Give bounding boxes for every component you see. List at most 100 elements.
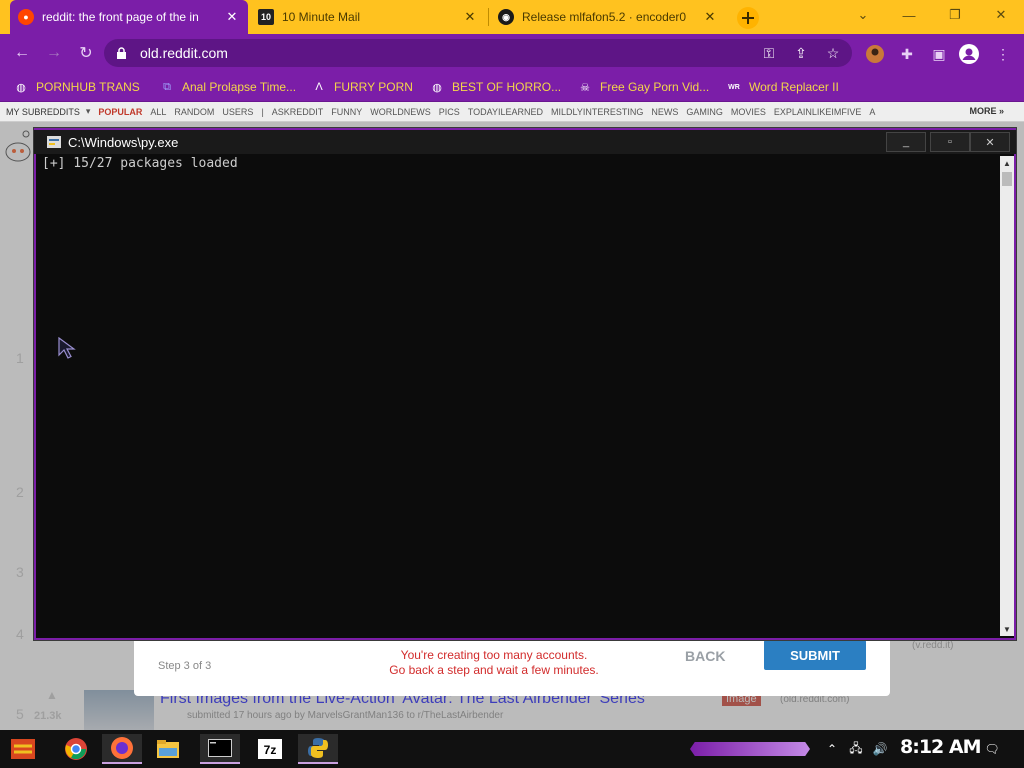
taskbar-app-file-explorer[interactable]: [148, 734, 188, 764]
minimize-button[interactable]: —: [886, 0, 932, 30]
scroll-down-icon[interactable]: ▼: [1000, 622, 1014, 636]
subreddit-bar: MY SUBREDDITS ▾ POPULAR ALL RANDOM USERS…: [0, 102, 1024, 122]
subreddit-link[interactable]: MILDLYINTERESTING: [547, 107, 647, 117]
subreddit-link[interactable]: WORLDNEWS: [366, 107, 435, 117]
subreddit-link[interactable]: EXPLAINLIKEIMFIVE: [770, 107, 866, 117]
signup-step-indicator: Step 3 of 3: [158, 660, 212, 672]
console-window[interactable]: C:\Windows\py.exe _ ▫ ✕ [+] 15/27 packag…: [33, 127, 1017, 641]
mouse-cursor-icon: [58, 337, 76, 359]
account-icon[interactable]: [958, 43, 980, 65]
taskbar-app-python[interactable]: [298, 734, 338, 764]
bookmark-item[interactable]: Λ FURRY PORN: [312, 78, 413, 96]
reload-icon: ↻: [79, 45, 93, 62]
console-minimize-button[interactable]: _: [886, 132, 926, 152]
plus-icon: [737, 7, 759, 29]
close-icon[interactable]: ✕: [462, 9, 478, 25]
subreddit-link[interactable]: NEWS: [647, 107, 682, 117]
reload-button[interactable]: ↻: [76, 43, 96, 63]
reddit-icon: ●: [18, 9, 34, 25]
key-icon[interactable]: ⚿: [760, 44, 778, 62]
minimize-icon: —: [902, 7, 916, 23]
star-icon[interactable]: ☆: [824, 44, 842, 62]
bookmarks-bar: ◍ PORNHUB TRANS ⧉ Anal Prolapse Time... …: [0, 72, 1024, 102]
subreddit-link[interactable]: MOVIES: [727, 107, 770, 117]
subreddit-link[interactable]: A: [865, 107, 879, 117]
subreddit-link-popular[interactable]: POPULAR: [90, 107, 146, 117]
more-subreddits-link[interactable]: MORE »: [969, 106, 1004, 116]
maximize-icon: ▫: [948, 136, 952, 148]
post-domain[interactable]: (v.redd.it): [912, 640, 954, 651]
close-window-button[interactable]: ✕: [978, 0, 1024, 30]
bookmark-label: Free Gay Porn Vid...: [600, 80, 710, 94]
taskbar-app-console[interactable]: [200, 734, 240, 764]
tab-separator: [488, 8, 489, 26]
close-icon: ✕: [985, 136, 995, 149]
scrollbar-thumb[interactable]: [1002, 172, 1012, 186]
close-icon: ✕: [995, 7, 1007, 22]
close-icon[interactable]: ✕: [702, 9, 718, 25]
console-title: C:\Windows\py.exe: [68, 134, 179, 150]
my-subreddits-dropdown[interactable]: MY SUBREDDITS: [0, 107, 86, 117]
subreddit-link[interactable]: PICS: [435, 107, 464, 117]
chevron-up-icon[interactable]: ⌃: [824, 741, 840, 757]
console-close-button[interactable]: ✕: [970, 132, 1010, 152]
extensions-icon[interactable]: ✚: [896, 43, 918, 65]
github-icon: ◉: [498, 9, 514, 25]
volume-icon[interactable]: 🔊: [872, 741, 888, 757]
wr-icon: WR: [728, 83, 740, 91]
close-icon[interactable]: ✕: [224, 9, 240, 25]
scroll-up-icon[interactable]: ▲: [1000, 156, 1014, 170]
skull-icon: ☠: [580, 81, 590, 94]
start-button[interactable]: [8, 734, 38, 764]
arrow-right-icon: →: [46, 44, 62, 61]
submit-button[interactable]: SUBMIT: [764, 640, 866, 670]
network-icon[interactable]: 🖧: [848, 741, 864, 757]
tab-title: Release mlfafon5.2 · encoder0: [522, 10, 687, 24]
taskbar-app-7zip[interactable]: 7z: [250, 734, 290, 764]
error-line: You're creating too many accounts.: [400, 648, 588, 662]
share-icon[interactable]: ⇪: [792, 44, 810, 62]
new-tab-button[interactable]: [736, 6, 760, 30]
back-button[interactable]: ←: [12, 43, 32, 63]
restore-icon: ❐: [949, 7, 961, 22]
subreddit-link[interactable]: RANDOM: [170, 107, 218, 117]
back-button[interactable]: BACK: [685, 648, 725, 664]
forward-button[interactable]: →: [44, 43, 64, 63]
subreddit-link[interactable]: USERS: [218, 107, 257, 117]
start-icon: [11, 739, 35, 759]
console-output: [+] 15/27 packages loaded: [42, 156, 238, 171]
tab-reddit[interactable]: ● reddit: the front page of the in ✕: [10, 0, 248, 34]
subreddit-link[interactable]: ALL: [146, 107, 170, 117]
tab-10-minute-mail[interactable]: 10 10 Minute Mail ✕: [250, 0, 486, 34]
bookmark-item[interactable]: WR Word Replacer II: [727, 78, 839, 96]
console-maximize-button[interactable]: ▫: [930, 132, 970, 152]
subreddit-link[interactable]: FUNNY: [327, 107, 366, 117]
tab-title: reddit: the front page of the in: [42, 10, 199, 24]
taskbar-app-firefox[interactable]: [102, 734, 142, 764]
subreddit-link[interactable]: TODAYILEARNED: [464, 107, 547, 117]
console-titlebar[interactable]: C:\Windows\py.exe: [34, 128, 1016, 154]
bracket-icon: ⧉: [163, 80, 171, 93]
restore-button[interactable]: ❐: [932, 0, 978, 30]
globe-icon: ◍: [16, 81, 26, 94]
notification-icon[interactable]: 🗨: [984, 741, 1000, 757]
taskbar-clock[interactable]: 8:12 AM: [900, 736, 981, 758]
subreddit-link[interactable]: ASKREDDIT: [268, 107, 328, 117]
console-scrollbar[interactable]: ▲ ▼: [1000, 156, 1014, 636]
tab-search-button[interactable]: ⌄: [840, 0, 886, 30]
bookmark-item[interactable]: ☠ Free Gay Porn Vid...: [578, 78, 709, 96]
profile-avatar-icon[interactable]: [864, 43, 886, 65]
tab-github-release[interactable]: ◉ Release mlfafon5.2 · encoder0 ✕: [490, 0, 726, 34]
taskbar-app-chrome[interactable]: [56, 734, 96, 764]
10-minute-mail-icon: 10: [258, 9, 274, 25]
side-panel-icon[interactable]: ▣: [928, 43, 950, 65]
subreddit-link[interactable]: GAMING: [682, 107, 727, 117]
separator: |: [261, 106, 264, 117]
bookmark-item[interactable]: ◍ BEST OF HORRO...: [430, 78, 561, 96]
address-bar[interactable]: old.reddit.com ⚿ ⇪ ☆: [104, 39, 852, 67]
bookmark-item[interactable]: ◍ PORNHUB TRANS: [14, 78, 140, 96]
menu-kebab-icon[interactable]: ⋮: [992, 43, 1014, 65]
bookmark-item[interactable]: ⧉ Anal Prolapse Time...: [160, 78, 296, 96]
windows-taskbar: 7z ⌃ 🖧 🔊 8:12 AM 🗨: [0, 730, 1024, 768]
python-icon: [308, 738, 328, 758]
